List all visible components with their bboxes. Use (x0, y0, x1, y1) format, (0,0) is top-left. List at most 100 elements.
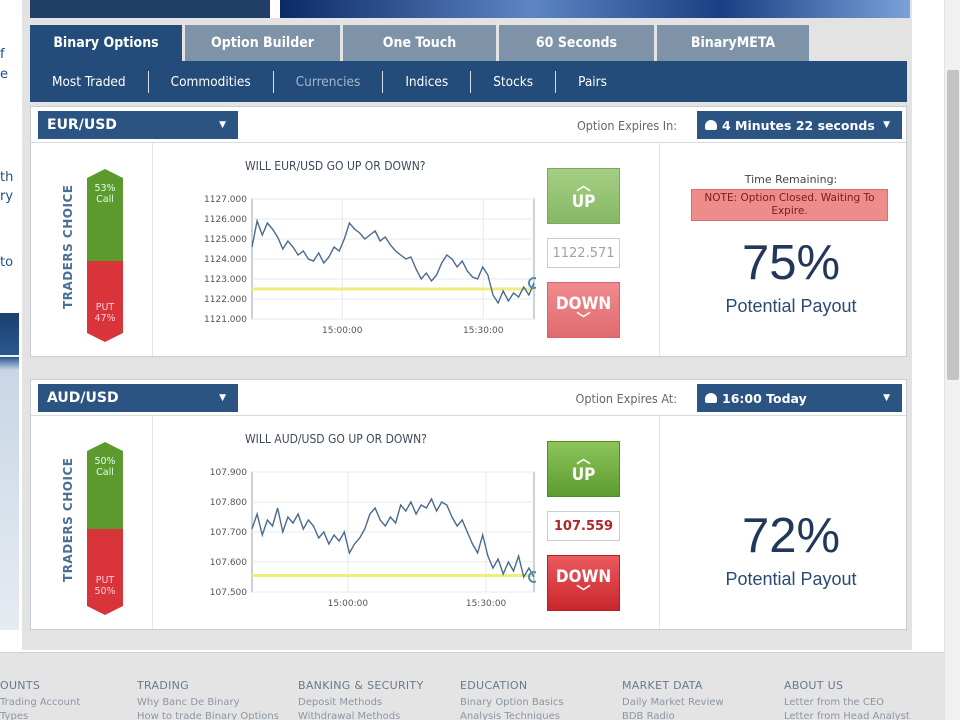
x-tick-label: 15:00:00 (322, 326, 363, 336)
column-divider (152, 416, 153, 629)
column-divider (152, 143, 153, 356)
y-tick-label: 1127.000 (204, 195, 247, 205)
footer-heading-education[interactable]: EDUCATION (460, 679, 527, 692)
asset-name: AUD/USD (47, 390, 119, 406)
footer-link[interactable]: Trading Account (0, 697, 80, 708)
tab-option-builder[interactable]: Option Builder (185, 25, 340, 61)
sidebar-text-fragment: ry (0, 189, 14, 204)
site-footer: OUNTS Trading Account Types TRADING Why … (0, 652, 945, 720)
footer-link[interactable]: Types (0, 711, 28, 720)
down-button[interactable]: DOWN ﹀ (547, 282, 620, 338)
footer-heading-trading[interactable]: TRADING (137, 679, 189, 692)
y-tick-label: 107.700 (210, 528, 247, 538)
subnav-currencies[interactable]: Currencies (274, 70, 384, 93)
asset-dropdown[interactable]: EUR/USD ▼ (38, 111, 238, 139)
y-tick-label: 1125.000 (204, 235, 247, 245)
chart-title: WILL AUD/USD GO UP OR DOWN? (245, 432, 427, 446)
y-tick-label: 1123.000 (204, 275, 247, 285)
sidebar-banner[interactable] (0, 313, 19, 630)
footer-heading-accounts[interactable]: OUNTS (0, 679, 40, 692)
tab-one-touch[interactable]: One Touch (343, 25, 496, 61)
footer-heading-banking[interactable]: BANKING & SECURITY (298, 679, 423, 692)
tab-60-seconds[interactable]: 60 Seconds (499, 25, 654, 61)
expiry-dropdown[interactable]: 4 Minutes 22 seconds ▼ (697, 111, 902, 139)
column-divider (659, 416, 660, 629)
header-bar (30, 0, 270, 18)
scrollbar-thumb[interactable] (947, 70, 959, 380)
sidebar-text-fragment: th (0, 170, 14, 185)
option-panel-header: EUR/USD ▼ Option Expires In: 4 Minutes 2… (31, 107, 906, 143)
payout-label: Potential Payout (725, 569, 857, 589)
chevron-up-icon: ︿ (576, 178, 591, 194)
payout-percentage: 75% (741, 236, 841, 290)
page-scrollbar[interactable] (944, 0, 960, 720)
expiry-label: Option Expires At: (575, 391, 678, 406)
subnav-pairs[interactable]: Pairs (556, 71, 629, 93)
column-divider (659, 143, 660, 356)
chevron-down-icon: ▼ (219, 120, 226, 130)
expiry-label: Option Expires In: (576, 118, 677, 133)
chevron-down-icon: ﹀ (576, 585, 591, 601)
product-tabs: Binary Options Option Builder One Touch … (30, 25, 812, 61)
sidebar-banner-divider (0, 355, 19, 357)
up-button[interactable]: ︿ UP (547, 168, 620, 224)
expiry-dropdown[interactable]: 16:00 Today ▼ (697, 384, 902, 412)
price-chart: 1127.000 1126.000 1125.000 1124.000 1123.000… (204, 195, 536, 336)
x-tick-label: 15:30:00 (463, 326, 504, 336)
footer-heading-about-us[interactable]: ABOUT US (784, 679, 843, 692)
header-banner-image (280, 0, 910, 18)
subnav-stocks[interactable]: Stocks (471, 70, 557, 93)
option-panel-audusd: AUD/USD ▼ Option Expires At: 16:00 Today… (30, 379, 907, 630)
trading-area: Binary Options Option Builder One Touch … (22, 0, 912, 650)
current-rate: 1122.571 (547, 238, 620, 268)
footer-link[interactable]: How to trade Binary Options (137, 711, 279, 720)
traders-choice-label: TRADERS CHOICE (61, 184, 75, 309)
call-percentage: 53% Call (87, 169, 123, 261)
footer-link[interactable]: Binary Option Basics (460, 697, 564, 708)
sidebar-text-fragment: to (0, 255, 14, 270)
subnav-commodities[interactable]: Commodities (149, 70, 274, 93)
y-tick-label: 107.500 (210, 588, 247, 598)
footer-link[interactable]: Analysis Techniques (460, 711, 560, 720)
asset-name: EUR/USD (47, 117, 117, 133)
tab-binarymeta[interactable]: BinaryMETA (657, 25, 809, 61)
footer-link[interactable]: BDB Radio (622, 711, 675, 720)
y-tick-label: 107.900 (210, 468, 247, 478)
chevron-down-icon: ﹀ (576, 312, 591, 328)
footer-link[interactable]: Letter from Head Analyst (784, 711, 910, 720)
payout-percentage: 72% (741, 509, 841, 563)
option-panel-header: AUD/USD ▼ Option Expires At: 16:00 Today… (31, 380, 906, 416)
chevron-down-icon: ▼ (219, 393, 226, 403)
footer-link[interactable]: Deposit Methods (298, 697, 382, 708)
y-tick-label: 107.600 (210, 558, 247, 568)
option-panel-eurusd: EUR/USD ▼ Option Expires In: 4 Minutes 2… (30, 106, 907, 357)
sidebar-text-fragment: f (0, 47, 5, 62)
asset-dropdown[interactable]: AUD/USD ▼ (38, 384, 238, 412)
clock-icon (705, 393, 717, 403)
put-percentage: PUT 47% (87, 261, 123, 342)
payout-label: Potential Payout (725, 296, 857, 316)
footer-link[interactable]: Why Banc De Binary (137, 697, 240, 708)
footer-heading-market-data[interactable]: MARKET DATA (622, 679, 703, 692)
tab-binary-options[interactable]: Binary Options (30, 25, 182, 61)
down-button[interactable]: DOWN ﹀ (547, 555, 620, 611)
sidebar-text-fragment: e (0, 67, 8, 82)
y-tick-label: 1124.000 (204, 255, 247, 265)
expiry-value: 4 Minutes 22 seconds (722, 117, 875, 133)
traders-choice-label: TRADERS CHOICE (61, 457, 75, 582)
x-tick-label: 15:30:00 (466, 599, 507, 609)
footer-link[interactable]: Letter from the CEO (784, 697, 884, 708)
subnav-indices[interactable]: Indices (383, 70, 472, 93)
traders-choice-bar: 50% Call PUT 50% (87, 442, 123, 615)
y-tick-label: 1126.000 (204, 215, 247, 225)
up-button[interactable]: ︿ UP (547, 441, 620, 497)
chevron-down-icon: ▼ (883, 393, 890, 403)
footer-link[interactable]: Daily Market Review (622, 697, 724, 708)
put-percentage: PUT 50% (87, 529, 123, 615)
subnav-most-traded[interactable]: Most Traded (30, 70, 149, 93)
footer-link[interactable]: Withdrawal Methods (298, 711, 400, 720)
top-banner (30, 0, 910, 18)
chart-title: WILL EUR/USD GO UP OR DOWN? (245, 159, 426, 173)
asset-category-nav: Most Traded Commodities Currencies Indic… (30, 61, 907, 102)
y-tick-label: 1122.000 (204, 295, 247, 305)
